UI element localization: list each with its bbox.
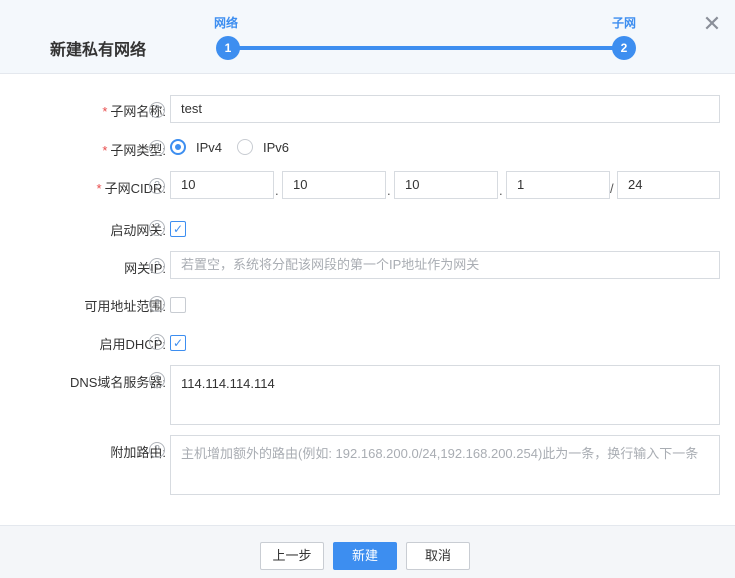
cidr-dot: . bbox=[499, 183, 503, 198]
dns-textarea[interactable]: 114.114.114.114 bbox=[170, 365, 720, 425]
gateway-ip-input[interactable]: 若置空，系统将分配该网段的第一个IP地址作为网关 bbox=[170, 251, 720, 279]
help-icon[interactable]: ? bbox=[149, 258, 165, 274]
enable-dhcp-label: 启用DHCP: bbox=[99, 337, 166, 352]
radio-ipv6-label[interactable]: IPv6 bbox=[263, 140, 289, 155]
extra-routes-textarea[interactable]: 主机增加额外的路由(例如: 192.168.200.0/24,192.168.2… bbox=[170, 435, 720, 495]
help-icon[interactable]: ? bbox=[149, 442, 165, 458]
extra-routes-label: 附加路由: bbox=[110, 445, 166, 460]
cidr-octet-1-input[interactable]: 10 bbox=[170, 171, 274, 199]
dns-label: DNS域名服务器: bbox=[69, 375, 166, 390]
prev-step-button[interactable]: 上一步 bbox=[260, 542, 324, 570]
required-mark: * bbox=[102, 143, 108, 158]
step-2-label: 子网 bbox=[612, 16, 637, 30]
cidr-octet-3-input[interactable]: 10 bbox=[394, 171, 498, 199]
close-icon[interactable]: ✕ bbox=[700, 12, 724, 36]
cidr-octet-4-input[interactable]: 1 bbox=[506, 171, 610, 199]
cidr-dot: . bbox=[275, 183, 279, 198]
address-range-checkbox[interactable] bbox=[170, 297, 186, 313]
dialog-header: 新建私有网络 网络 子网 1 2 ✕ bbox=[0, 0, 735, 74]
help-icon[interactable]: ? bbox=[149, 334, 165, 350]
help-icon[interactable]: ? bbox=[149, 296, 165, 312]
subnet-name-label: * 子网名称: bbox=[102, 104, 166, 119]
enable-dhcp-checkbox[interactable]: ✓ bbox=[170, 335, 186, 351]
cidr-slash: / bbox=[610, 181, 614, 196]
step-2-dot: 2 bbox=[612, 36, 636, 60]
step-1-dot: 1 bbox=[216, 36, 240, 60]
cidr-prefix-input[interactable]: 24 bbox=[617, 171, 720, 199]
gateway-ip-label: 网关IP: bbox=[124, 261, 166, 276]
address-range-label: 可用地址范围: bbox=[84, 299, 166, 314]
cidr-octet-2-input[interactable]: 10 bbox=[282, 171, 386, 199]
help-icon[interactable]: ? bbox=[149, 140, 165, 156]
dialog-footer: 上一步 新建 取消 bbox=[0, 525, 735, 578]
step-progress-line bbox=[228, 46, 624, 50]
help-icon[interactable]: ? bbox=[149, 178, 165, 194]
subnet-name-input[interactable]: test bbox=[170, 95, 720, 123]
radio-ipv6[interactable] bbox=[237, 139, 253, 155]
step-1-label: 网络 bbox=[214, 16, 239, 30]
help-icon[interactable]: ? bbox=[149, 220, 165, 236]
radio-ipv4-label[interactable]: IPv4 bbox=[196, 140, 222, 155]
cancel-button[interactable]: 取消 bbox=[406, 542, 470, 570]
subnet-type-label: * 子网类型: bbox=[102, 143, 166, 158]
create-button[interactable]: 新建 bbox=[333, 542, 397, 570]
subnet-cidr-label: * 子网CIDR: bbox=[96, 181, 166, 196]
dialog-title: 新建私有网络 bbox=[50, 42, 147, 59]
required-mark: * bbox=[96, 181, 102, 196]
enable-gateway-checkbox[interactable]: ✓ bbox=[170, 221, 186, 237]
cidr-dot: . bbox=[387, 183, 391, 198]
help-icon[interactable]: ? bbox=[149, 102, 165, 118]
help-icon[interactable]: ? bbox=[149, 372, 165, 388]
required-mark: * bbox=[102, 104, 108, 119]
enable-gateway-label: 启动网关: bbox=[110, 223, 166, 238]
radio-ipv4[interactable] bbox=[170, 139, 186, 155]
